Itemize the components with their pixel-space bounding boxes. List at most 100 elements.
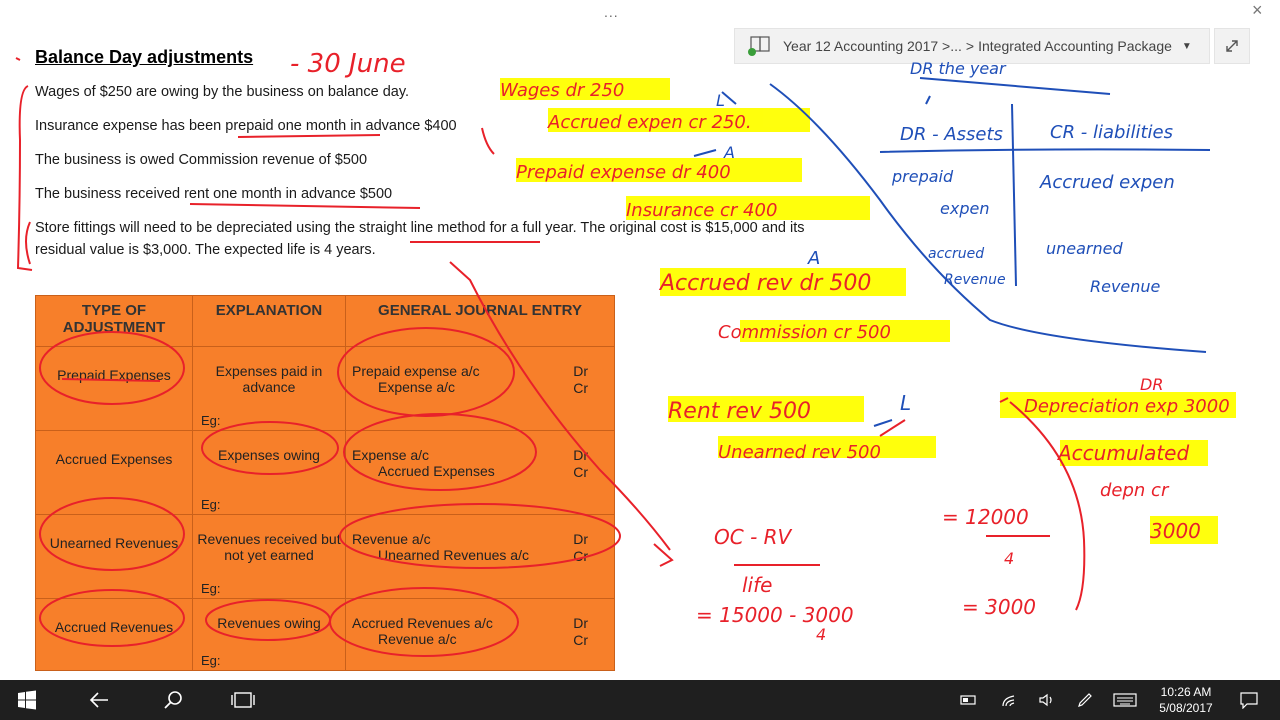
battery-icon[interactable] [954, 688, 984, 712]
entry-debit: Revenue a/c [352, 531, 431, 547]
formula-denominator: life [742, 573, 772, 597]
type-cell: Prepaid Expenses [57, 367, 171, 383]
rent-entry: Rent rev 500 [668, 399, 811, 424]
dr-note: DR [1140, 375, 1163, 394]
dr-label: Dr [573, 531, 588, 547]
eg-label: Eg: [201, 581, 221, 596]
prepaid-entry: Prepaid expense dr 400 [516, 162, 731, 183]
eg-label: Eg: [201, 413, 221, 428]
entry-debit: Accrued Revenues a/c [352, 615, 493, 631]
clock-time: 10:26 AM [1160, 685, 1212, 699]
notifications-icon[interactable] [1234, 688, 1264, 712]
volume-icon[interactable] [1032, 688, 1062, 712]
windows-taskbar: 10:26 AM 5/08/2017 [0, 680, 1280, 720]
slide-title: Balance Day adjustments [35, 47, 254, 67]
entry-credit: Revenue a/c [378, 631, 457, 647]
expand-icon[interactable] [1214, 28, 1250, 64]
t-chart-cr: CR - liabilities [1050, 122, 1173, 143]
more-options-icon[interactable]: ... [604, 4, 619, 20]
formula-numerator: OC - RV [714, 525, 793, 549]
statement-rent: The business received rent one month in … [35, 186, 393, 202]
cr-label: Cr [573, 464, 588, 480]
table-row: Prepaid Expenses Expenses paid in advanc… [35, 346, 615, 431]
notebook-icon [745, 34, 771, 58]
accrued-exp-entry: Accrued expen cr 250. [547, 112, 752, 133]
type-cell: Unearned Revenues [49, 535, 179, 551]
calc-step-2-divisor: 4 [1004, 549, 1014, 568]
clock-date: 5/08/2017 [1159, 701, 1213, 715]
entry-credit: Unearned Revenues a/c [378, 547, 529, 563]
calc-step-1: = 15000 - 3000 [696, 603, 854, 627]
wages-entry: Wages dr 250 [500, 80, 624, 101]
onenote-canvas: ... × Year 12 Accounting 2017 >... > Int… [0, 0, 1280, 680]
accumulated-entry: Accumulated [1056, 441, 1189, 465]
type-cell: Accrued Expenses [55, 451, 173, 467]
statement-fittings-2: residual value is $3,000. The expected l… [35, 242, 376, 258]
statement-insurance: Insurance expense has been prepaid one m… [35, 118, 457, 134]
task-view-icon[interactable] [228, 688, 258, 712]
explanation-cell: Revenues owing [217, 615, 321, 631]
explanation-cell: Revenues received but not yet earned [197, 531, 341, 563]
asset-mark-1: A [723, 143, 735, 162]
statement-commission: The business is owed Commission revenue … [35, 152, 368, 168]
dr-label: Dr [573, 615, 588, 631]
explanation-cell: Expenses owing [218, 447, 320, 463]
calc-step-2: = 12000 [942, 505, 1029, 529]
page-breadcrumb[interactable]: Integrated Accounting Package [978, 38, 1172, 54]
chevron-down-icon[interactable]: ▼ [1182, 41, 1192, 52]
depn-amount: 3000 [1150, 519, 1201, 543]
unearned-entry: Unearned rev 500 [718, 442, 881, 463]
dr-label: Dr [573, 363, 588, 379]
wifi-icon[interactable] [994, 688, 1024, 712]
header-explanation: EXPLANATION [192, 295, 346, 347]
close-icon[interactable]: × [1252, 0, 1263, 21]
entry-credit: Accrued Expenses [378, 463, 495, 479]
liability-mark-2: L [900, 391, 911, 415]
entry-debit: Expense a/c [352, 447, 430, 463]
accrued-rev-entry: Accrued rev dr 500 [658, 271, 871, 296]
cr-label: Cr [573, 380, 588, 396]
table-row: Accrued Expenses Expenses owing Eg: Expen… [35, 430, 615, 515]
cr-label: Cr [573, 632, 588, 648]
notebook-breadcrumb[interactable]: Year 12 Accounting 2017 >... [783, 38, 962, 54]
keyboard-icon[interactable] [1110, 688, 1140, 712]
explanation-cell: Expenses paid in advance [215, 363, 323, 395]
liability-mark-1: L [716, 91, 725, 110]
breadcrumb-separator: > [965, 38, 975, 54]
entry-credit: Expense a/c [378, 379, 456, 395]
depreciation-entry: Depreciation exp 3000 [1024, 396, 1230, 417]
pen-icon[interactable] [1070, 688, 1100, 712]
header-type: TYPE OF ADJUSTMENT [35, 295, 193, 347]
search-icon[interactable] [158, 688, 188, 712]
statement-fittings-1: Store fittings will need to be depreciat… [35, 220, 805, 236]
commission-entry: Commission cr 500 [718, 322, 891, 343]
calc-step-1-divisor: 4 [816, 625, 826, 644]
t-prepaid-expen: expen [940, 199, 989, 218]
dr-label: Dr [573, 447, 588, 463]
t-chart-dr: DR - Assets [900, 124, 1003, 145]
system-clock[interactable]: 10:26 AM 5/08/2017 [1152, 684, 1220, 716]
back-arrow-icon[interactable] [84, 688, 114, 712]
adjustments-table: TYPE OF ADJUSTMENT EXPLANATION GENERAL J… [35, 295, 615, 671]
entry-debit: Prepaid expense a/c [352, 363, 480, 379]
calc-step-3: = 3000 [962, 595, 1036, 619]
table-row: Accrued Revenues Revenues owing Eg: Accru… [35, 598, 615, 671]
asset-mark-2: A [807, 248, 820, 269]
t-prepaid: prepaid [891, 167, 954, 186]
statement-wages: Wages of $250 are owing by the business … [35, 84, 410, 100]
table-row: Unearned Revenues Revenues received but … [35, 514, 615, 599]
date-note: - 30 June [290, 49, 406, 79]
depn-cr-entry: depn cr [1100, 480, 1170, 501]
notebook-navigation-bar[interactable]: Year 12 Accounting 2017 >... > Integrate… [734, 28, 1210, 64]
t-accrued-expen: Accrued expen [1039, 172, 1175, 193]
cr-label: Cr [573, 548, 588, 564]
t-unearned: unearned [1046, 239, 1123, 258]
t-accrued: accrued [928, 246, 984, 262]
header-entry: GENERAL JOURNAL ENTRY [345, 295, 615, 347]
eg-label: Eg: [201, 653, 221, 668]
blue-ink-marks [693, 77, 1211, 427]
type-cell: Accrued Revenues [54, 619, 174, 635]
windows-start-icon[interactable] [12, 688, 42, 712]
t-accrued-revenue: Revenue [944, 272, 1006, 288]
eg-label: Eg: [201, 497, 221, 512]
